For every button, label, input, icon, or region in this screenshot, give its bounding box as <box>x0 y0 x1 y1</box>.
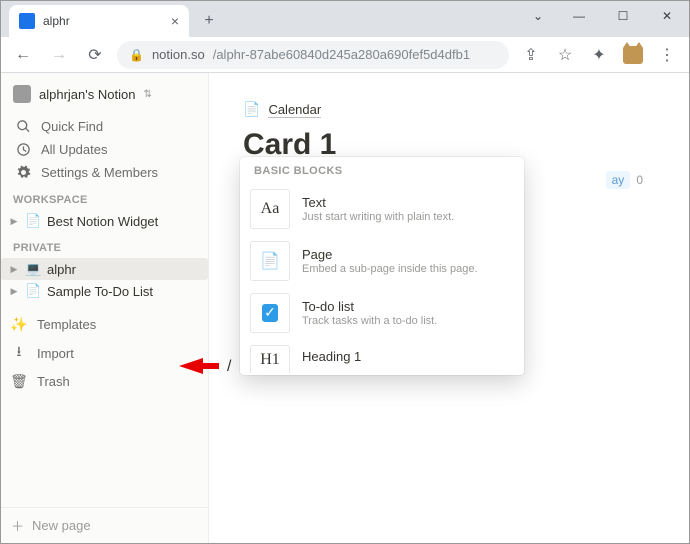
settings-label: Settings & Members <box>41 165 158 180</box>
trash-label: Trash <box>37 374 70 389</box>
menu-item-desc: Track tasks with a to-do list. <box>302 315 437 327</box>
browser-tab[interactable]: alphr × <box>9 5 189 37</box>
nav-reload-button[interactable]: ⟳ <box>81 41 109 69</box>
menu-item-label: Text <box>302 195 454 210</box>
gear-icon <box>15 165 31 180</box>
menu-item-page[interactable]: 📄 Page Embed a sub-page inside this page… <box>240 235 524 287</box>
window-close-button[interactable]: ✕ <box>645 1 689 31</box>
sidebar-all-updates[interactable]: All Updates <box>5 138 204 161</box>
workspace-icon <box>13 85 31 103</box>
nav-forward-button[interactable]: → <box>45 41 73 69</box>
workspace-switcher[interactable]: alphrjan's Notion ⇅ <box>1 73 208 115</box>
extensions-icon[interactable]: ✦ <box>585 41 613 69</box>
sidebar-templates[interactable]: ✨ Templates <box>1 312 208 337</box>
bookmark-star-icon[interactable]: ☆ <box>551 41 579 69</box>
quick-find-label: Quick Find <box>41 119 103 134</box>
import-icon: ⭳ <box>11 341 27 365</box>
section-workspace-label: WORKSPACE <box>1 184 208 210</box>
search-icon <box>15 119 31 134</box>
url-host: notion.so <box>152 47 205 62</box>
menu-item-label: Heading 1 <box>302 349 361 364</box>
menu-item-label: To-do list <box>302 299 437 314</box>
sidebar-settings[interactable]: Settings & Members <box>5 161 204 184</box>
page-label: Sample To-Do List <box>47 284 153 299</box>
page-content: 📄 Calendar Card 1 ay0 / BASIC BLOCKS Aa <box>209 73 689 543</box>
caret-icon[interactable]: ▶ <box>9 286 19 297</box>
tab-close-icon[interactable]: × <box>171 14 179 28</box>
caret-icon[interactable]: ▶ <box>9 216 19 227</box>
url-path: /alphr-87abe60840d245a280a690fef5d4dfb1 <box>213 47 470 62</box>
menu-item-heading1[interactable]: H1 Heading 1 <box>240 339 524 375</box>
browser-toolbar: ← → ⟳ 🔒 notion.so/alphr-87abe60840d245a2… <box>1 37 689 73</box>
notion-app: alphrjan's Notion ⇅ Quick Find All Updat… <box>1 73 689 543</box>
import-label: Import <box>37 346 74 361</box>
breadcrumb[interactable]: 📄 Calendar <box>243 101 655 118</box>
plus-icon: ＋ <box>11 516 24 535</box>
tab-title: alphr <box>43 14 70 28</box>
browser-window: alphr × + ⌄ ― ☐ ✕ ← → ⟳ 🔒 notion.so/alph… <box>0 0 690 544</box>
templates-label: Templates <box>37 317 96 332</box>
titlebar: alphr × + ⌄ ― ☐ ✕ <box>1 1 689 37</box>
page-label: alphr <box>47 262 76 277</box>
menu-item-todo[interactable]: ✓ To-do list Track tasks with a to-do li… <box>240 287 524 339</box>
templates-icon: ✨ <box>11 316 27 333</box>
caret-icon[interactable]: ▶ <box>9 264 19 275</box>
slash-text: / <box>227 358 231 375</box>
tab-favicon <box>19 13 35 29</box>
profile-avatar[interactable] <box>619 41 647 69</box>
today-label: ay <box>606 171 631 189</box>
slash-menu: BASIC BLOCKS Aa Text Just start writing … <box>240 157 524 375</box>
nav-back-button[interactable]: ← <box>9 41 37 69</box>
window-maximize-button[interactable]: ☐ <box>601 1 645 31</box>
share-icon[interactable]: ⇪ <box>517 41 545 69</box>
heading1-block-icon: H1 <box>250 345 290 373</box>
menu-item-label: Page <box>302 247 478 262</box>
lock-icon: 🔒 <box>129 48 144 62</box>
sidebar-import[interactable]: ⭳ Import <box>1 337 208 369</box>
all-updates-label: All Updates <box>41 142 107 157</box>
page-icon: 📄 <box>25 283 41 299</box>
slash-command-input[interactable]: / <box>227 358 231 376</box>
menu-item-desc: Embed a sub-page inside this page. <box>302 263 478 275</box>
text-block-icon: Aa <box>250 189 290 229</box>
new-page-label: New page <box>32 518 91 533</box>
menu-section-header: BASIC BLOCKS <box>240 157 524 183</box>
breadcrumb-calendar[interactable]: Calendar <box>268 102 321 118</box>
sidebar: alphrjan's Notion ⇅ Quick Find All Updat… <box>1 73 209 543</box>
window-minimize-button[interactable]: ― <box>557 1 601 31</box>
today-count: 0 <box>636 173 643 187</box>
window-controls: ⌄ ― ☐ ✕ <box>519 1 689 31</box>
clock-icon <box>15 142 31 157</box>
sidebar-page-best-notion-widget[interactable]: ▶ 📄 Best Notion Widget <box>1 210 208 232</box>
trash-icon: 🗑 <box>11 373 27 390</box>
sidebar-page-alphr[interactable]: ▶ 💻 alphr <box>1 258 208 280</box>
sidebar-trash[interactable]: 🗑 Trash <box>1 369 208 394</box>
page-icon: 📄 <box>25 213 41 229</box>
todo-block-icon: ✓ <box>250 293 290 333</box>
today-chip: ay 0 <box>606 173 643 187</box>
page-icon: 💻 <box>25 261 41 277</box>
sidebar-page-sample-todo[interactable]: ▶ 📄 Sample To-Do List <box>1 280 208 302</box>
tab-overflow-icon[interactable]: ⌄ <box>519 1 557 31</box>
annotation-arrow <box>179 354 219 383</box>
menu-item-text[interactable]: Aa Text Just start writing with plain te… <box>240 183 524 235</box>
menu-item-desc: Just start writing with plain text. <box>302 211 454 223</box>
page-label: Best Notion Widget <box>47 214 158 229</box>
document-icon: 📄 <box>243 101 260 118</box>
new-tab-button[interactable]: + <box>195 7 223 35</box>
sidebar-quick-find[interactable]: Quick Find <box>5 115 204 138</box>
address-bar[interactable]: 🔒 notion.so/alphr-87abe60840d245a280a690… <box>117 41 509 69</box>
sidebar-new-page[interactable]: ＋ New page <box>1 507 208 543</box>
browser-menu-icon[interactable]: ⋮ <box>653 41 681 69</box>
section-private-label: PRIVATE <box>1 232 208 258</box>
page-block-icon: 📄 <box>250 241 290 281</box>
chevron-updown-icon: ⇅ <box>143 89 151 100</box>
workspace-name: alphrjan's Notion <box>39 87 135 102</box>
